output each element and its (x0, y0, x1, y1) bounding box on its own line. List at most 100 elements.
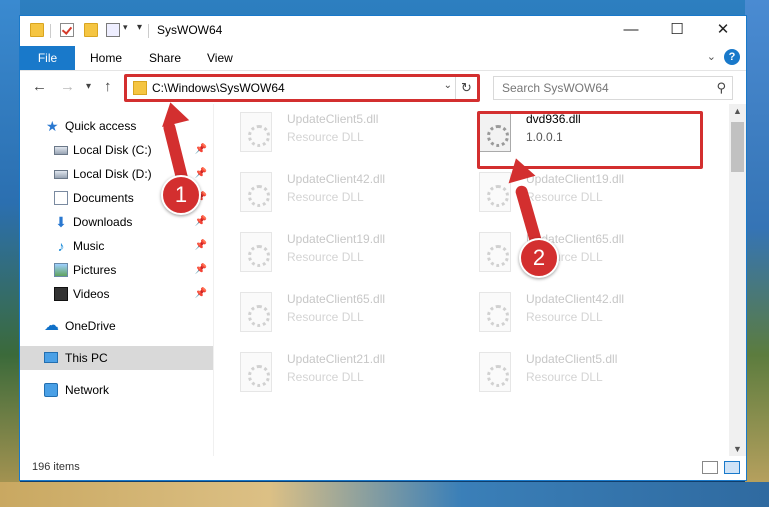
pin-icon[interactable]: 📌 (195, 240, 207, 251)
vertical-scrollbar[interactable]: ▲ ▼ (729, 104, 746, 456)
step-1-badge: 1 (161, 175, 201, 215)
dll-file-icon (240, 292, 272, 332)
window-title: SysWOW64 (157, 23, 223, 37)
nav-item-pictures[interactable]: Pictures 📌 (20, 258, 213, 282)
documents-icon (54, 191, 68, 205)
forward-arrow-icon[interactable]: → (60, 78, 75, 95)
properties-check-icon[interactable] (60, 23, 74, 37)
file-item[interactable]: UpdateClient42.dll Resource DLL (459, 284, 689, 340)
help-icon[interactable]: ? (724, 49, 740, 65)
file-type: Resource DLL (526, 190, 603, 204)
nav-item-local-disk-c[interactable]: Local Disk (C:) 📌 (20, 138, 213, 162)
file-item[interactable]: UpdateClient5.dll Resource DLL (220, 104, 450, 160)
nav-item-videos[interactable]: Videos 📌 (20, 282, 213, 306)
file-item[interactable]: UpdateClient19.dll Resource DLL (220, 224, 450, 280)
nav-label: Quick access (65, 119, 137, 133)
tab-share[interactable]: Share (149, 46, 181, 70)
customize-toolbar-icon[interactable] (106, 23, 120, 37)
pin-icon[interactable]: 📌 (195, 144, 207, 155)
onedrive-icon: ☁ (44, 317, 59, 334)
dll-file-icon (240, 232, 272, 272)
ribbon-tabs: File Home Share View ⌄ ? (20, 46, 746, 70)
scroll-down-icon[interactable]: ▼ (733, 444, 742, 454)
pin-icon[interactable]: 📌 (195, 264, 207, 275)
pin-icon[interactable]: 📌 (195, 288, 207, 299)
title-bar: ▾ ▾ SysWOW64 — ☐ ✕ (20, 16, 746, 46)
nav-label: Local Disk (C:) (73, 143, 152, 157)
file-name: UpdateClient5.dll (287, 112, 379, 126)
large-icons-view-icon[interactable] (724, 461, 740, 474)
minimize-button[interactable]: — (608, 16, 654, 46)
scroll-up-icon[interactable]: ▲ (733, 106, 742, 116)
search-input[interactable]: Search SysWOW64 ⚲ (493, 76, 733, 100)
desktop-background-left (0, 0, 20, 507)
desktop-background-bottom (0, 482, 769, 507)
videos-icon (54, 287, 68, 301)
address-row: ← → ▾ ↑ C:\Windows\SysWOW64 ⌄ ↻ Search S… (20, 70, 746, 104)
file-type: Resource DLL (287, 130, 364, 144)
dll-file-icon (240, 172, 272, 212)
nav-label: Pictures (73, 263, 117, 277)
title-divider (148, 24, 149, 38)
back-arrow-icon[interactable]: ← (32, 78, 47, 95)
file-name: UpdateClient19.dll (526, 172, 625, 186)
pin-icon[interactable]: 📌 (195, 216, 207, 227)
address-highlight-box (124, 74, 480, 102)
dll-file-icon (479, 232, 511, 272)
item-count: 196 items (32, 461, 80, 473)
file-type: Resource DLL (287, 250, 364, 264)
nav-label: This PC (65, 351, 108, 365)
tab-view[interactable]: View (207, 46, 233, 70)
close-button[interactable]: ✕ (700, 16, 746, 46)
file-item[interactable]: UpdateClient65.dll Resource DLL (220, 284, 450, 340)
tab-file[interactable]: File (20, 46, 75, 70)
file-item[interactable]: UpdateClient19.dll Resource DLL (459, 164, 689, 220)
search-placeholder: Search SysWOW64 (502, 81, 609, 95)
step-2-badge: 2 (519, 238, 559, 278)
file-item[interactable]: UpdateClient21.dll Resource DLL (220, 344, 450, 400)
folder-icon (30, 23, 44, 37)
pin-icon[interactable]: 📌 (195, 168, 207, 179)
file-item[interactable]: UpdateClient42.dll Resource DLL (220, 164, 450, 220)
chevron-down-icon[interactable]: ▾ (123, 22, 128, 33)
scrollbar-thumb[interactable] (731, 122, 744, 172)
nav-label: Local Disk (D:) (73, 167, 152, 181)
pictures-icon (54, 263, 68, 277)
nav-item-this-pc[interactable]: This PC (20, 346, 213, 370)
file-explorer-window: ▾ ▾ SysWOW64 — ☐ ✕ File Home Share View … (19, 15, 747, 481)
nav-item-onedrive[interactable]: ☁ OneDrive (20, 314, 213, 338)
file-type: Resource DLL (287, 310, 364, 324)
nav-label: Videos (73, 287, 110, 301)
nav-label: Downloads (73, 215, 133, 229)
quick-access-dropdown-icon[interactable]: ▾ (137, 22, 142, 33)
quick-access-divider (50, 24, 51, 38)
pane-divider (213, 104, 214, 456)
file-name: UpdateClient21.dll (287, 352, 386, 366)
tab-home[interactable]: Home (90, 46, 122, 70)
disk-icon (54, 146, 68, 155)
up-arrow-icon[interactable]: ↑ (104, 78, 112, 95)
network-icon (44, 383, 58, 397)
disk-icon (54, 170, 68, 179)
file-item[interactable]: UpdateClient65.dll Resource DLL (459, 224, 689, 280)
details-view-icon[interactable] (702, 461, 718, 474)
nav-item-music[interactable]: ♪ Music 📌 (20, 234, 213, 258)
dll-file-icon (479, 352, 511, 392)
file-type: Resource DLL (526, 310, 603, 324)
dll-file-icon (240, 352, 272, 392)
new-folder-icon[interactable] (84, 23, 98, 37)
search-icon[interactable]: ⚲ (716, 80, 726, 96)
file-type: Resource DLL (526, 370, 603, 384)
file-item[interactable]: UpdateClient5.dll Resource DLL (459, 344, 689, 400)
computer-icon (44, 352, 58, 363)
star-icon: ★ (46, 118, 59, 134)
nav-label: Network (65, 383, 110, 397)
file-name: UpdateClient19.dll (287, 232, 386, 246)
recent-locations-icon[interactable]: ▾ (86, 81, 91, 92)
nav-item-network[interactable]: Network (20, 378, 213, 402)
maximize-button[interactable]: ☐ (654, 16, 700, 46)
desktop-background-right (745, 0, 769, 507)
expand-ribbon-icon[interactable]: ⌄ (707, 50, 716, 63)
file-name: UpdateClient65.dll (287, 292, 386, 306)
file-name: UpdateClient42.dll (526, 292, 625, 306)
